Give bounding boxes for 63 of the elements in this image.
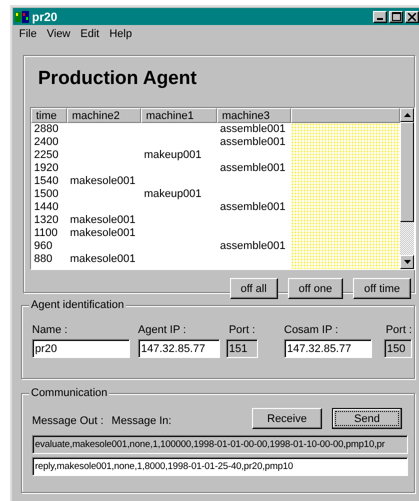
table-button[interactable]: off one (288, 278, 344, 299)
table-cell: assemble001 (220, 136, 286, 148)
field-label: Port : (386, 324, 412, 336)
table-cell: assemble001 (220, 240, 286, 252)
field-label: Name : (32, 324, 68, 336)
table-cell: makesole001 (70, 227, 136, 239)
table-cell: 1500 (34, 188, 58, 200)
menu-item[interactable]: File (19, 28, 37, 42)
message-in-field[interactable]: reply,makesole001,none,1,8000,1998-01-01-25-40,pr20,pmp10 (32, 457, 408, 476)
field-label: Cosam IP : (284, 324, 340, 336)
table-cell: assemble001 (220, 162, 286, 174)
input-field[interactable]: 147.32.85.77 (138, 339, 220, 358)
column-header[interactable]: time (31, 108, 67, 123)
menu-item[interactable]: View (46, 28, 70, 42)
table-cell: 2250 (34, 149, 58, 161)
field-label: Port : (228, 324, 256, 336)
field-label: Message In: (112, 415, 172, 427)
column-header[interactable]: machine2 (67, 108, 141, 123)
page-heading: Production Agent (38, 68, 198, 91)
table-cell: 960 (34, 240, 52, 252)
table-cell: makeup001 (144, 149, 202, 161)
table-cell: assemble001 (220, 123, 286, 135)
group-title: Agent identification (29, 299, 126, 311)
window-title: pr20 (32, 10, 58, 24)
table-cell: makesole001 (70, 253, 136, 265)
readonly-field[interactable]: 150 (384, 339, 412, 358)
table-cell: 880 (34, 253, 52, 265)
message-out-field[interactable]: evaluate,makesole001,none,1,100000,1998-01-01-00-00,1998-01-10-00-00,pmp10,pr (32, 435, 408, 454)
table-cell: assemble001 (220, 201, 286, 213)
close-button[interactable] (405, 10, 419, 22)
table-cell: makeup001 (144, 188, 202, 200)
group-title: Communication (29, 387, 110, 399)
action-button[interactable]: Send (332, 408, 402, 429)
table-cell: makesole001 (70, 175, 136, 187)
close-icon (408, 12, 416, 20)
column-header[interactable]: machine3 (217, 108, 291, 123)
field-label: Agent IP : (138, 324, 188, 336)
maximize-button[interactable] (389, 10, 403, 22)
menu-item[interactable]: Help (109, 28, 132, 42)
table-cell: 1920 (34, 162, 58, 174)
scroll-down-icon[interactable] (404, 260, 410, 264)
input-field[interactable]: pr20 (32, 339, 130, 358)
table-cell: 1100 (34, 227, 58, 239)
scroll-up-icon[interactable] (404, 113, 410, 117)
table-cell: 1440 (34, 201, 58, 213)
table-button[interactable]: off all (230, 278, 278, 299)
scrollbar[interactable] (400, 108, 414, 269)
table-cell: 1320 (34, 214, 58, 226)
app-icon (15, 10, 29, 22)
table-cell: makesole001 (70, 214, 136, 226)
table-button[interactable]: off time (353, 278, 411, 299)
table-cell: 1540 (34, 175, 58, 187)
action-button[interactable]: Receive (252, 408, 322, 429)
menu-item[interactable]: Edit (80, 28, 100, 42)
minimize-button[interactable] (373, 10, 387, 22)
readonly-field[interactable]: 151 (226, 339, 258, 358)
minimize-icon (377, 18, 383, 20)
table-cell: 2400 (34, 136, 58, 148)
maximize-icon (392, 12, 400, 21)
field-label: Message Out : (32, 415, 104, 427)
table-cell: 2880 (34, 123, 58, 135)
column-header[interactable]: machine1 (141, 108, 217, 123)
input-field[interactable]: 147.32.85.77 (284, 339, 372, 358)
